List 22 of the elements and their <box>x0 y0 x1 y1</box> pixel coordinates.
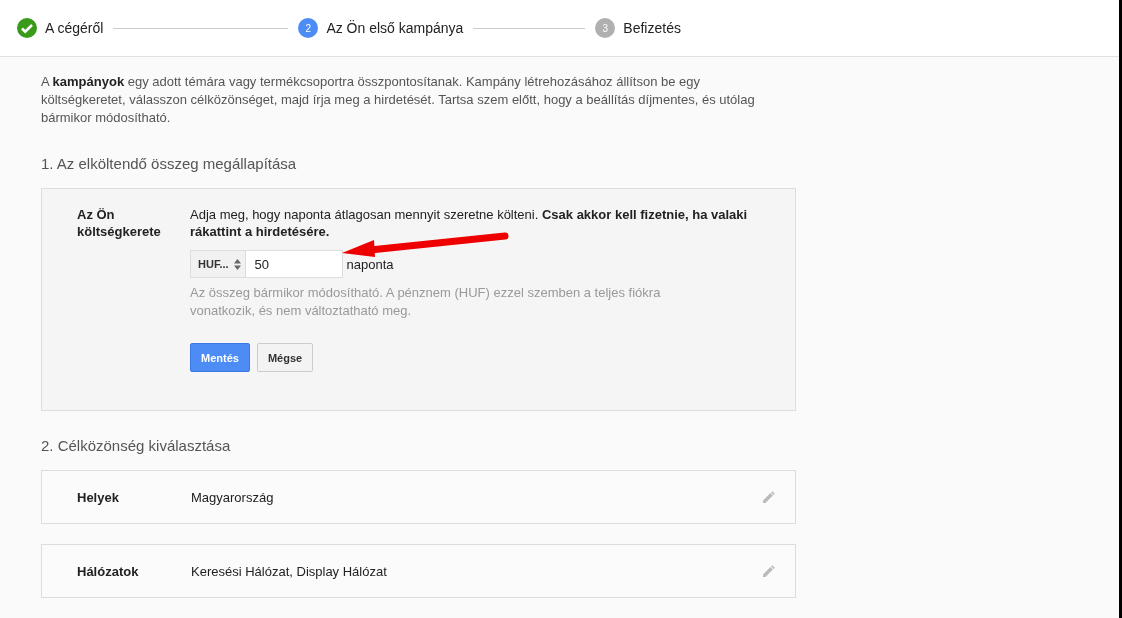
intro-text: A kampányok egy adott témára vagy termékcsoportra összpontosítanak. Kampány létrehozásához állítson be egy költségkeretet, válasszon célközönséget, majd írja meg a hirdetését. Tartsa szem előtt, hogy a beállítás díjmentes, és utólag bármikor módosítható. <box>41 73 756 127</box>
step-label[interactable]: Befizetés <box>623 20 681 36</box>
currency-select[interactable]: HUF... <box>190 250 246 278</box>
step-label[interactable]: Az Ön első kampánya <box>326 20 464 36</box>
section-heading: 1. Az elköltendő összeg megállapítása <box>41 155 298 172</box>
up-down-icon <box>233 258 241 270</box>
row-value: Magyarország <box>191 489 275 505</box>
section-heading: 2. Célközönség kiválasztása <box>41 437 232 454</box>
pencil-icon[interactable] <box>763 565 775 577</box>
step-number: 3 <box>595 18 616 38</box>
amount-field[interactable]: 50 <box>245 250 343 278</box>
step-number: 2 <box>298 18 319 38</box>
unit-label: naponta <box>346 256 394 272</box>
step-label[interactable]: A cégéről <box>45 20 104 36</box>
budget-label: Az Ön költségkerete <box>77 206 162 241</box>
row-label: Helyek <box>77 489 120 505</box>
hint-text: Az összeg bármikor módosítható. A pénznem (HUF) ezzel szemben a teljes fiókra vonatkozik, és nem változtatható meg. <box>190 284 662 320</box>
pencil-icon[interactable] <box>763 491 775 503</box>
budget-description: Adja meg, hogy naponta átlagosan mennyit szeretne költeni. Csak akkor kell fizetnie, ha valaki rákattint a hirdetésére. <box>190 206 749 240</box>
action-button[interactable]: Mégse <box>256 343 314 372</box>
row-value: Keresési Hálózat, Display Hálózat <box>191 563 388 579</box>
row-label: Hálózatok <box>77 563 140 579</box>
